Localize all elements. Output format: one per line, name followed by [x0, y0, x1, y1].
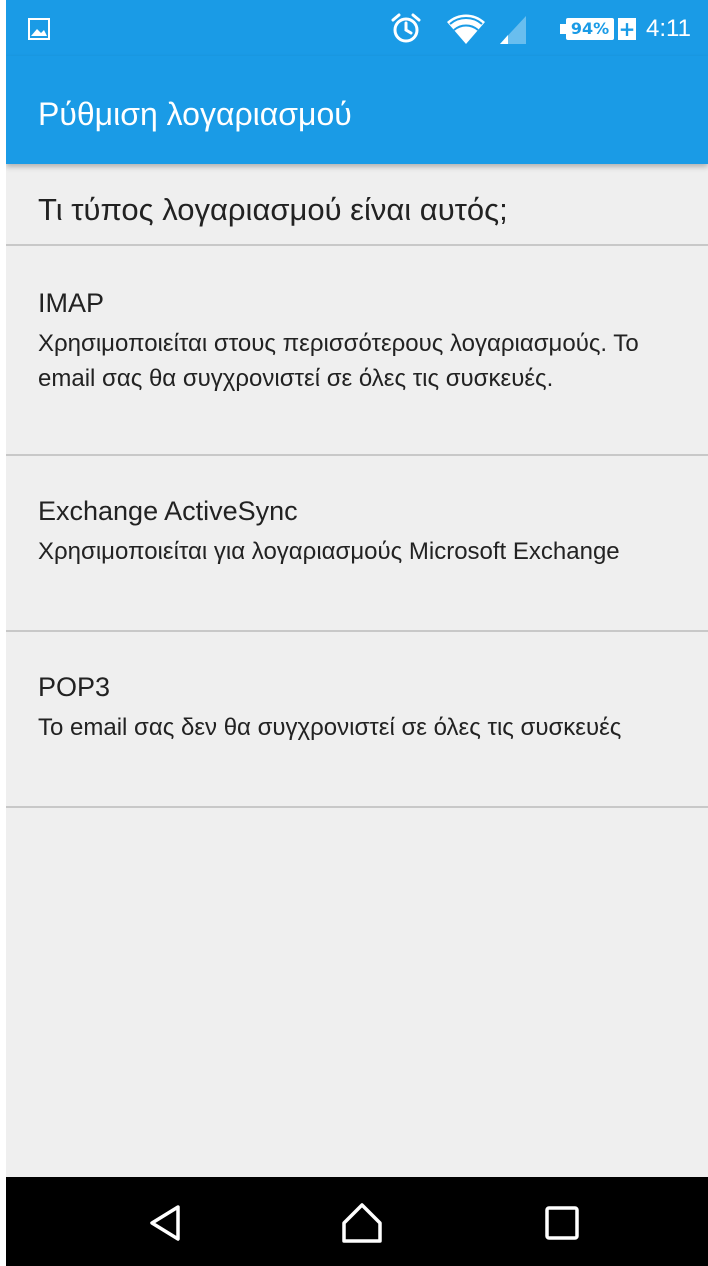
- back-icon[interactable]: [146, 1203, 186, 1243]
- image-notification-icon: [28, 18, 50, 40]
- account-type-option-exchange[interactable]: Exchange ActiveSync Χρησιμοποιείται για …: [6, 456, 708, 630]
- app-bar: Ρύθμιση λογαριασμού: [6, 56, 708, 164]
- option-description: Το email σας δεν θα συγχρονιστεί σε όλες…: [38, 714, 622, 741]
- option-title: Exchange ActiveSync: [38, 496, 298, 526]
- recent-apps-icon[interactable]: [544, 1205, 580, 1241]
- option-title: POP3: [38, 672, 111, 702]
- navigation-bar: [6, 1177, 708, 1266]
- account-type-option-pop3[interactable]: POP3 Το email σας δεν θα συγχρονιστεί σε…: [6, 632, 708, 806]
- status-bar: 94% + 4:11: [6, 0, 708, 56]
- home-icon[interactable]: [340, 1201, 384, 1245]
- wifi-icon: [447, 14, 485, 44]
- battery-percent: 94%: [566, 18, 614, 40]
- option-description: Χρησιμοποιείται στους περισσότερους λογα…: [38, 330, 639, 392]
- screen: 94% + 4:11 Ρύθμιση λογαριασμού Τι τύπος …: [6, 0, 708, 1266]
- account-type-option-imap[interactable]: IMAP Χρησιμοποιείται στους περισσότερους…: [6, 246, 708, 454]
- divider: [6, 806, 708, 808]
- battery-icon: 94% +: [558, 14, 636, 44]
- signal-icon: [500, 16, 526, 44]
- status-time: 4:11: [646, 15, 691, 42]
- alarm-icon: [391, 13, 421, 43]
- option-description: Χρησιμοποιείται για λογαριασμούς Microso…: [38, 538, 620, 565]
- option-title: IMAP: [38, 288, 105, 318]
- question-heading: Τι τύπος λογαριασμού είναι αυτός;: [38, 192, 508, 227]
- page-title: Ρύθμιση λογαριασμού: [38, 96, 352, 132]
- battery-charging-indicator: +: [618, 17, 636, 41]
